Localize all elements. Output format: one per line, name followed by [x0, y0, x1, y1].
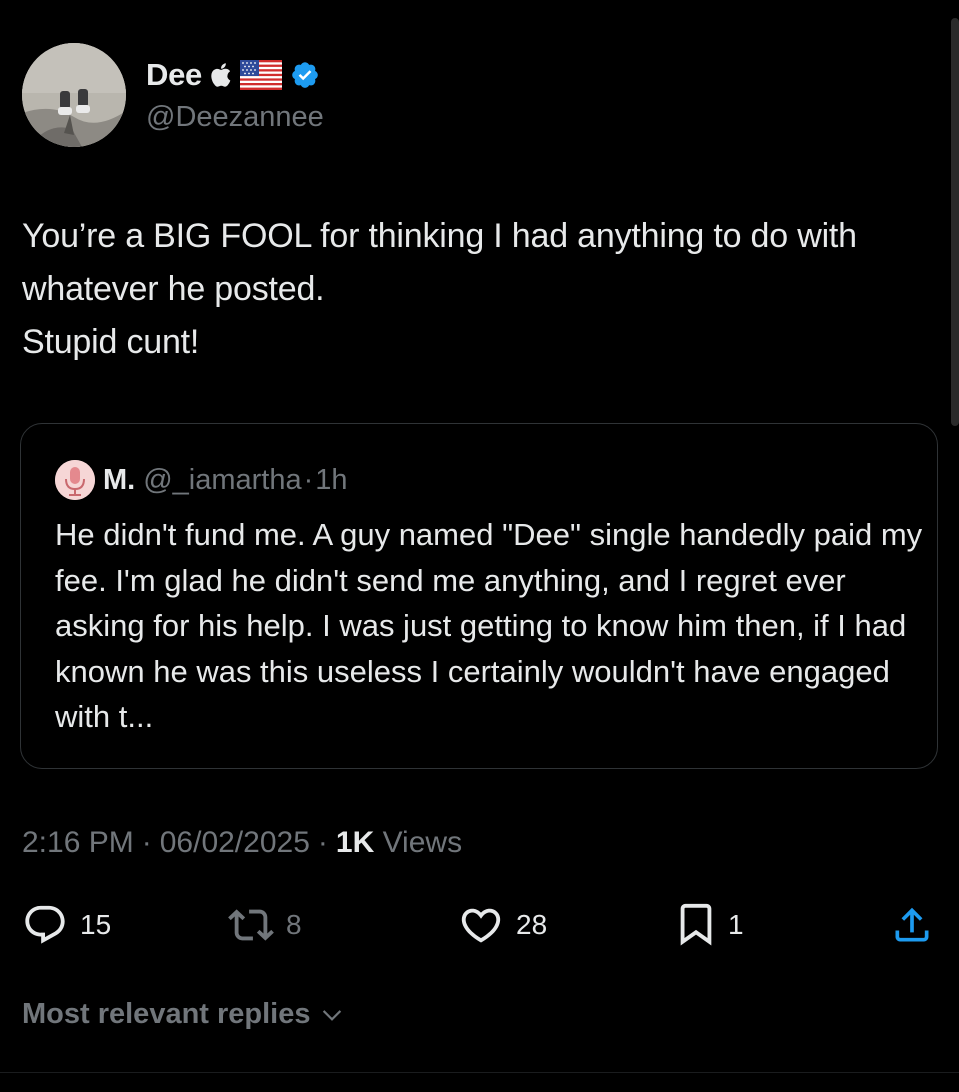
quoted-separator: ·	[303, 463, 314, 496]
like-button[interactable]: 28	[458, 900, 547, 950]
share-icon	[895, 907, 929, 942]
scrollbar[interactable]	[951, 18, 959, 426]
reply-icon	[25, 905, 65, 944]
tweet-meta: 2:16 PM · 06/02/2025 · 1K Views	[22, 826, 462, 860]
microphone-icon	[55, 460, 95, 500]
heart-icon	[461, 908, 501, 943]
meta-separator: ·	[317, 826, 328, 859]
author-display-name[interactable]: Dee	[146, 57, 202, 93]
apple-icon	[210, 62, 232, 88]
tweet-text: You’re a BIG FOOL for thinking I had any…	[22, 217, 857, 361]
views-count: 1K	[335, 826, 375, 859]
quoted-time: 1h	[315, 463, 348, 496]
share-button[interactable]	[890, 900, 934, 950]
chevron-down-icon	[322, 1009, 341, 1021]
tweet-time[interactable]: 2:16 PM	[22, 826, 134, 860]
bookmark-count: 1	[728, 909, 744, 940]
verified-badge-icon[interactable]	[290, 60, 320, 90]
repost-button[interactable]: 8	[228, 900, 302, 950]
repost-count: 8	[286, 909, 302, 940]
author-handle[interactable]: @Deezannee	[146, 101, 324, 134]
reply-button[interactable]: 15	[22, 900, 111, 950]
author-name-row[interactable]: Dee	[146, 56, 320, 94]
repost-icon	[228, 909, 274, 941]
divider	[0, 1072, 959, 1073]
quoted-author-avatar	[55, 460, 95, 500]
tweet-detail-page: Dee @Deezannee You’re a BIG FOOL for thi…	[0, 0, 959, 1092]
quoted-tweet-text: He didn't fund me. A guy named "Dee" sin…	[55, 517, 923, 734]
quoted-author-handle: @_iamartha	[143, 463, 302, 496]
us-flag-icon	[239, 60, 282, 90]
like-count: 28	[516, 909, 548, 940]
bookmark-button[interactable]: 1	[676, 900, 744, 950]
reply-count: 15	[80, 909, 112, 940]
meta-separator: ·	[141, 826, 152, 859]
quoted-tweet-card[interactable]: M. @_iamartha · 1h He didn't fund me. A gu…	[20, 423, 938, 769]
views-label: Views	[382, 826, 463, 859]
author-avatar[interactable]	[22, 43, 126, 147]
avatar-photo	[22, 43, 126, 147]
replies-sort-dropdown[interactable]: Most relevant replies	[22, 998, 345, 1031]
action-bar: 15 8 28 1	[0, 900, 959, 950]
quoted-tweet-header: M. @_iamartha · 1h	[55, 460, 348, 500]
bookmark-icon	[680, 903, 712, 946]
replies-sort-label: Most relevant replies	[22, 998, 311, 1030]
tweet-date[interactable]: 06/02/2025	[160, 826, 310, 860]
quoted-author-name: M.	[103, 463, 136, 496]
